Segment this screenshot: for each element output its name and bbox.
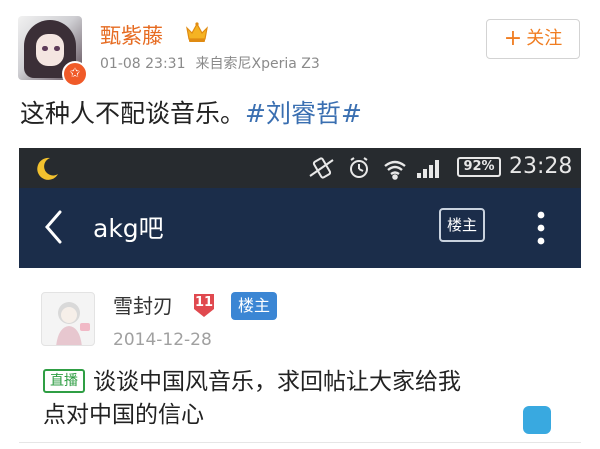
poster-name[interactable]: 雪封刃 xyxy=(113,290,173,319)
poster-avatar[interactable] xyxy=(41,292,95,346)
battery-icon: 92% xyxy=(457,157,501,177)
vibrate-icon xyxy=(309,157,334,179)
v-badge-icon: ✩ xyxy=(62,61,88,87)
plus-icon: + xyxy=(503,26,523,51)
thread-title-line1[interactable]: 谈谈中国风音乐，求回帖让大家给我 xyxy=(93,366,461,399)
post-date: 2014-12-28 xyxy=(113,330,212,350)
post-time: 01-08 23:31 xyxy=(100,56,186,72)
crown-icon xyxy=(186,22,208,42)
alarm-icon xyxy=(350,157,368,178)
status-icons xyxy=(309,157,439,180)
author-name[interactable]: 甄紫藤 xyxy=(100,20,163,50)
embedded-screenshot[interactable]: 92% 23:28 akg吧 楼主 雪封刃 11 楼主 2014-12-28 直… xyxy=(19,148,581,443)
live-tag: 直播 xyxy=(43,369,85,393)
follow-label: 关注 xyxy=(526,28,563,49)
back-icon[interactable] xyxy=(43,208,63,246)
forum-title: akg吧 xyxy=(93,214,164,243)
watermark-logo xyxy=(523,406,589,440)
level-number: 11 xyxy=(194,295,214,310)
moon-icon xyxy=(37,157,58,180)
wifi-icon xyxy=(384,160,406,180)
post-source[interactable]: 来自索尼Xperia Z3 xyxy=(195,56,319,72)
only-op-button[interactable]: 楼主 xyxy=(439,208,485,242)
hashtag-link[interactable]: #刘睿哲# xyxy=(245,99,362,128)
op-badge: 楼主 xyxy=(231,292,277,320)
watermark-icon xyxy=(523,406,551,434)
thread-title-line2[interactable]: 点对中国的信心 xyxy=(43,399,204,432)
status-time: 23:28 xyxy=(509,154,573,179)
post-body: 这种人不配谈音乐。#刘睿哲# xyxy=(20,94,362,130)
more-icon[interactable] xyxy=(535,208,547,248)
divider xyxy=(19,442,581,443)
post-meta: 01-08 23:31 来自索尼Xperia Z3 xyxy=(100,53,320,73)
follow-button[interactable]: + 关注 xyxy=(486,19,580,59)
signal-icon xyxy=(417,160,439,178)
post-text: 这种人不配谈音乐。 xyxy=(20,99,246,128)
